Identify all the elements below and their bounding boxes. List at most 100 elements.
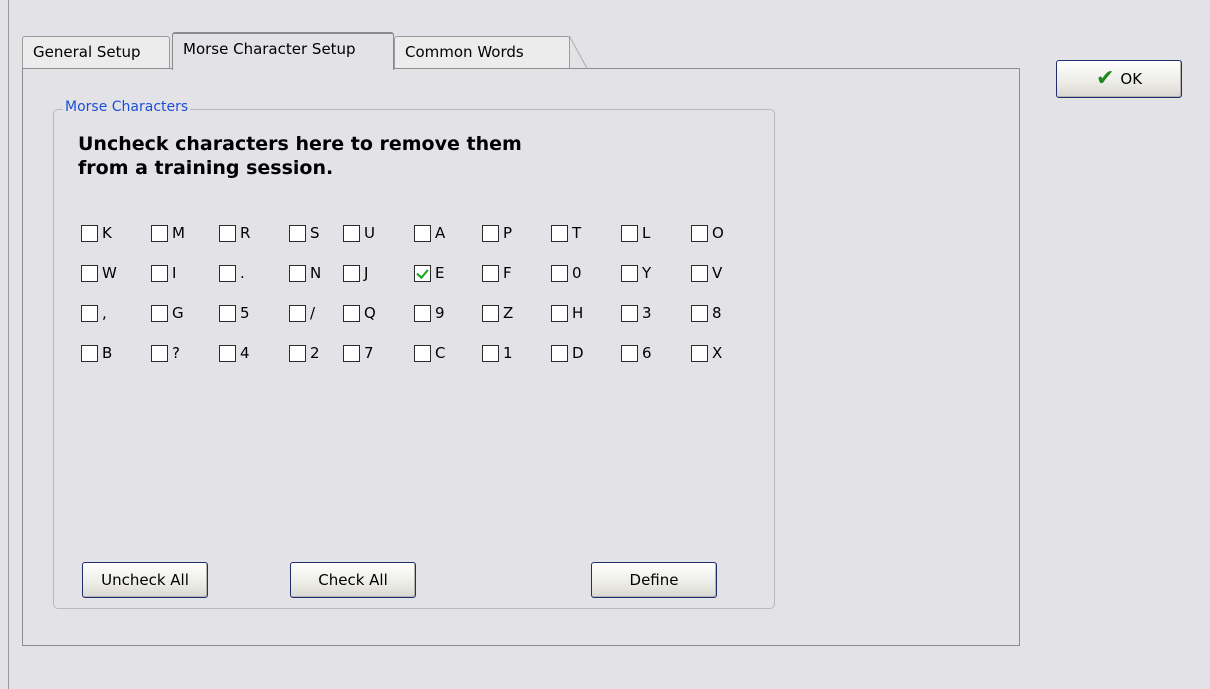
character-checkbox[interactable]: 9 <box>414 303 445 323</box>
define-button[interactable]: Define <box>591 562 717 598</box>
character-checkbox[interactable]: L <box>621 223 650 243</box>
character-checkbox[interactable]: O <box>691 223 724 243</box>
checkbox[interactable] <box>414 224 431 242</box>
character-checkbox-grid: K M R S U A P T L O W I. N J E F 0 Y V, G 5 / Q 9 Z H 3 8 B? 4 2 7 C 1 D 6 X <box>81 223 761 383</box>
checkbox[interactable] <box>691 304 708 322</box>
checkbox[interactable] <box>551 344 568 362</box>
checkbox[interactable] <box>219 224 236 242</box>
character-checkbox[interactable]: I <box>151 263 176 283</box>
character-label: S <box>310 223 320 242</box>
checkbox[interactable] <box>343 264 360 282</box>
checkbox[interactable] <box>691 224 708 242</box>
checkbox[interactable] <box>621 344 638 362</box>
ok-label: OK <box>1120 70 1143 88</box>
character-checkbox[interactable]: . <box>219 263 245 283</box>
character-checkbox[interactable]: 5 <box>219 303 250 323</box>
checkbox-row: B? 4 2 7 C 1 D 6 X <box>81 343 761 383</box>
checkbox[interactable] <box>482 264 499 282</box>
character-checkbox[interactable]: 4 <box>219 343 250 363</box>
character-checkbox[interactable]: R <box>219 223 250 243</box>
character-checkbox[interactable]: A <box>414 223 445 243</box>
character-checkbox[interactable]: 6 <box>621 343 652 363</box>
checkbox[interactable] <box>621 304 638 322</box>
character-checkbox[interactable]: 0 <box>551 263 582 283</box>
checkbox[interactable] <box>219 344 236 362</box>
checkbox[interactable] <box>81 224 98 242</box>
character-label: Q <box>364 303 376 322</box>
checkbox[interactable] <box>289 224 306 242</box>
checkbox[interactable] <box>551 304 568 322</box>
checkbox[interactable] <box>289 304 306 322</box>
character-label: / <box>310 303 316 322</box>
character-checkbox[interactable]: 3 <box>621 303 652 323</box>
character-checkbox[interactable]: E <box>414 263 444 283</box>
character-checkbox[interactable]: P <box>482 223 512 243</box>
instruction-text: Uncheck characters here to remove them f… <box>78 132 638 180</box>
checkbox[interactable] <box>81 344 98 362</box>
checkbox[interactable] <box>691 344 708 362</box>
checkbox[interactable] <box>482 224 499 242</box>
checkbox[interactable] <box>289 344 306 362</box>
character-checkbox[interactable]: B <box>81 343 112 363</box>
checkbox[interactable] <box>482 304 499 322</box>
character-checkbox[interactable]: M <box>151 223 185 243</box>
character-checkbox[interactable]: , <box>81 303 107 323</box>
character-checkbox[interactable]: S <box>289 223 320 243</box>
character-label: Y <box>642 263 652 282</box>
morse-characters-group: Morse Characters Uncheck characters here… <box>53 99 775 609</box>
checkbox[interactable] <box>219 304 236 322</box>
checkbox[interactable] <box>414 304 431 322</box>
character-checkbox[interactable]: N <box>289 263 321 283</box>
checkbox[interactable] <box>81 304 98 322</box>
checkbox[interactable] <box>343 304 360 322</box>
checkbox[interactable] <box>81 264 98 282</box>
character-checkbox[interactable]: K <box>81 223 112 243</box>
character-label: , <box>102 303 107 322</box>
tab-morse-character-setup[interactable]: Morse Character Setup <box>172 32 394 70</box>
character-checkbox[interactable]: W <box>81 263 117 283</box>
checkbox[interactable] <box>343 224 360 242</box>
check-all-button[interactable]: Check All <box>290 562 416 598</box>
uncheck-all-button[interactable]: Uncheck All <box>82 562 208 598</box>
checkbox[interactable] <box>621 224 638 242</box>
character-checkbox[interactable]: 1 <box>482 343 513 363</box>
checkbox[interactable] <box>151 304 168 322</box>
checkbox[interactable] <box>621 264 638 282</box>
character-label: P <box>503 223 513 242</box>
ok-button[interactable]: ✔ OK <box>1056 60 1182 98</box>
character-checkbox[interactable]: ? <box>151 343 180 363</box>
checkbox[interactable] <box>482 344 499 362</box>
checkbox[interactable] <box>151 224 168 242</box>
checkbox[interactable] <box>219 264 236 282</box>
character-label: T <box>572 223 582 242</box>
character-checkbox[interactable]: D <box>551 343 584 363</box>
checkbox[interactable] <box>414 264 431 282</box>
checkbox[interactable] <box>289 264 306 282</box>
character-checkbox[interactable]: C <box>414 343 445 363</box>
character-label: . <box>240 263 245 282</box>
character-checkbox[interactable]: U <box>343 223 375 243</box>
character-checkbox[interactable]: Z <box>482 303 513 323</box>
checkbox[interactable] <box>551 264 568 282</box>
checkbox[interactable] <box>551 224 568 242</box>
character-checkbox[interactable]: 7 <box>343 343 374 363</box>
tab-common-words[interactable]: Common Words <box>394 36 587 69</box>
character-checkbox[interactable]: F <box>482 263 512 283</box>
character-checkbox[interactable]: X <box>691 343 722 363</box>
character-checkbox[interactable]: Y <box>621 263 651 283</box>
checkbox[interactable] <box>151 344 168 362</box>
character-checkbox[interactable]: / <box>289 303 315 323</box>
character-checkbox[interactable]: J <box>343 263 368 283</box>
checkbox[interactable] <box>414 344 431 362</box>
checkbox[interactable] <box>691 264 708 282</box>
character-checkbox[interactable]: T <box>551 223 581 243</box>
tab-general-setup[interactable]: General Setup <box>22 36 170 68</box>
character-checkbox[interactable]: G <box>151 303 184 323</box>
character-checkbox[interactable]: 2 <box>289 343 320 363</box>
character-checkbox[interactable]: V <box>691 263 722 283</box>
checkbox[interactable] <box>151 264 168 282</box>
character-checkbox[interactable]: Q <box>343 303 376 323</box>
character-checkbox[interactable]: H <box>551 303 583 323</box>
character-checkbox[interactable]: 8 <box>691 303 722 323</box>
checkbox[interactable] <box>343 344 360 362</box>
